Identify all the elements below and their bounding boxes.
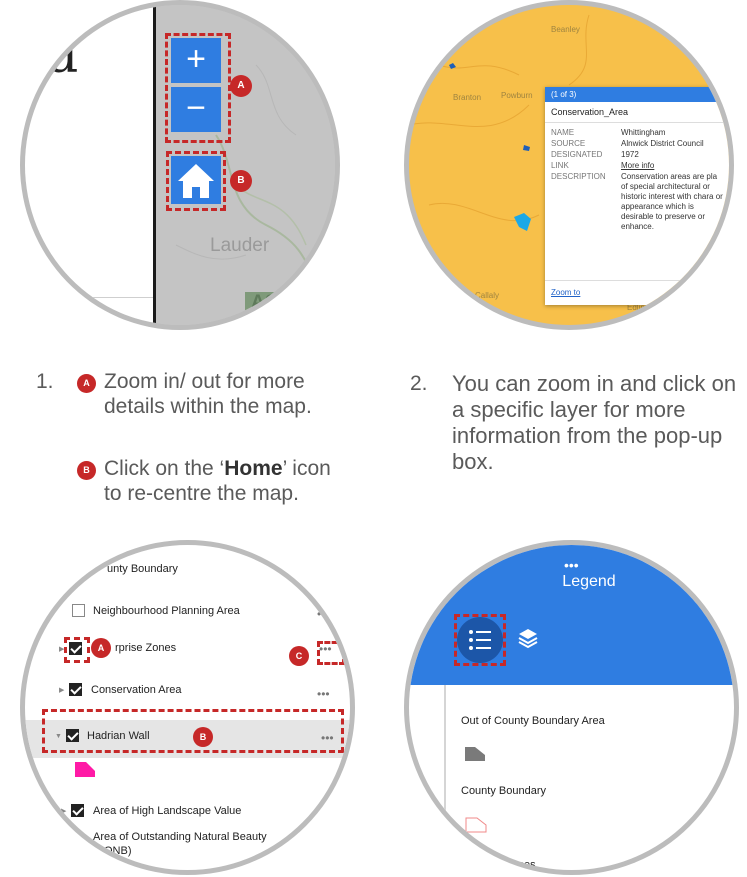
attribute-key: DESCRIPTION [551, 172, 606, 181]
side-panel: d [25, 5, 156, 325]
attribute-key: LINK [551, 161, 569, 170]
legend-header: ••• Legend [409, 545, 734, 685]
step-number: 2. [410, 372, 428, 395]
popup-attributes: NAME Whittingham SOURCE Alnwick District… [545, 123, 729, 232]
drag-handle-icon[interactable]: ••• [564, 557, 579, 573]
layer-label: Area of Outstanding Natural Beauty [93, 831, 267, 843]
divider [25, 297, 153, 298]
more-options-icon[interactable]: ••• [321, 731, 334, 745]
legend-entry: Out of County Boundary Area [461, 715, 605, 727]
caption-badge-b: B [77, 461, 96, 480]
layer-label: Hadrian Wall [87, 730, 150, 742]
more-options-icon[interactable]: ••• [321, 807, 334, 821]
legend-title: Legend [562, 573, 616, 590]
collapse-icon[interactable]: ▼ [55, 733, 62, 740]
minus-icon: − [186, 89, 206, 127]
attribute-row: LINK More info [545, 161, 729, 171]
zoom-out-button[interactable]: − [171, 87, 221, 132]
divider [545, 280, 729, 281]
annotation-badge-b: B [193, 727, 213, 747]
attribute-value: Whittingham [621, 128, 666, 137]
map-label: Powburn [501, 91, 533, 100]
annotation-badge-a: A [91, 638, 111, 658]
popup-screenshot: Beanley Branton Powburn Callaly Edlingha… [404, 0, 734, 330]
popup-counter: (1 of 3) [545, 87, 729, 102]
zoom-to-link[interactable]: Zoom to [551, 288, 580, 297]
zoom-in-button[interactable]: + [171, 38, 221, 83]
more-options-icon[interactable]: ••• [317, 607, 330, 621]
attribute-value: Conservation areas are pla of special ar… [621, 172, 723, 231]
more-info-link[interactable]: More info [621, 161, 654, 171]
layer-label: rprise Zones [115, 642, 177, 654]
layer-checkbox[interactable] [72, 604, 85, 617]
divider [444, 685, 446, 870]
annotation-badge-b: B [230, 170, 252, 192]
legend-screenshot: ••• Legend Out of County Boundary Area C… [404, 540, 739, 875]
caption-text: Click on the ‘ [104, 457, 225, 480]
town-label: Lauder [210, 235, 270, 256]
attribute-row: NAME Whittingham [545, 128, 729, 138]
legend-swatch [465, 747, 485, 761]
step-number: 1. [36, 370, 54, 393]
road-label: A68 [245, 292, 305, 314]
popup-title: Conservation_Area [545, 102, 729, 123]
layer-label: Conservation Area [91, 684, 182, 696]
attribute-value: Alnwick District Council [621, 139, 704, 148]
home-icon [178, 164, 214, 198]
layers-icon[interactable] [517, 627, 539, 649]
caption-emphasis: Home [224, 457, 283, 480]
map-title-fragment: d [45, 25, 79, 85]
layer-label: (AONB) [93, 845, 132, 857]
annotation-badge-a: A [230, 75, 252, 97]
layer-label: Area of High Landscape Value [93, 805, 242, 817]
layer-label: unty Boundary [107, 563, 178, 575]
attribute-row: DESCRIPTION Conservation areas are pla o… [545, 172, 729, 232]
feature-popup: (1 of 3) Conservation_Area NAME Whitting… [545, 87, 729, 305]
legend-entry: Zones [505, 859, 536, 871]
attribute-row: SOURCE Alnwick District Council [545, 139, 729, 149]
attribute-key: NAME [551, 128, 575, 137]
home-button[interactable] [171, 156, 221, 204]
expand-icon[interactable]: ▶ [59, 686, 64, 694]
layer-label: Neighbourhood Planning Area [93, 605, 240, 617]
zoom-controls-screenshot: d Lauder A68 + − A B [20, 0, 340, 330]
legend-swatch [75, 762, 95, 777]
plus-icon: + [186, 40, 206, 78]
expand-icon[interactable]: ▶ [61, 807, 66, 815]
attribute-value: 1972 [621, 150, 639, 159]
annotation-badge-c: C [289, 646, 309, 666]
layer-checkbox[interactable] [69, 683, 82, 696]
caption-zoom: Zoom in/ out for more details within the… [104, 370, 312, 418]
legend-swatch [465, 817, 487, 833]
more-options-icon[interactable]: ••• [319, 642, 332, 656]
legend-annotation-box [454, 614, 506, 666]
caption-popup: You can zoom in and click on a specific … [452, 371, 737, 474]
attribute-row: DESIGNATED 1972 [545, 150, 729, 160]
map-label: Callaly [475, 291, 500, 300]
map-label: Branton [453, 93, 482, 102]
layer-checkbox[interactable] [66, 729, 79, 742]
layer-checkbox[interactable] [71, 804, 84, 817]
more-options-icon[interactable]: ••• [317, 687, 330, 701]
layer-checkbox[interactable] [69, 642, 82, 655]
map-label: Beanley [551, 25, 580, 34]
caption-badge-a: A [77, 374, 96, 393]
layer-list-screenshot: unty Boundary Neighbourhood Planning Are… [20, 540, 355, 875]
attribute-key: DESIGNATED [551, 150, 603, 159]
attribute-key: SOURCE [551, 139, 586, 148]
caption-home: Click on the ‘Home’ icon to re-centre th… [104, 456, 344, 506]
legend-entry: County Boundary [461, 785, 546, 797]
